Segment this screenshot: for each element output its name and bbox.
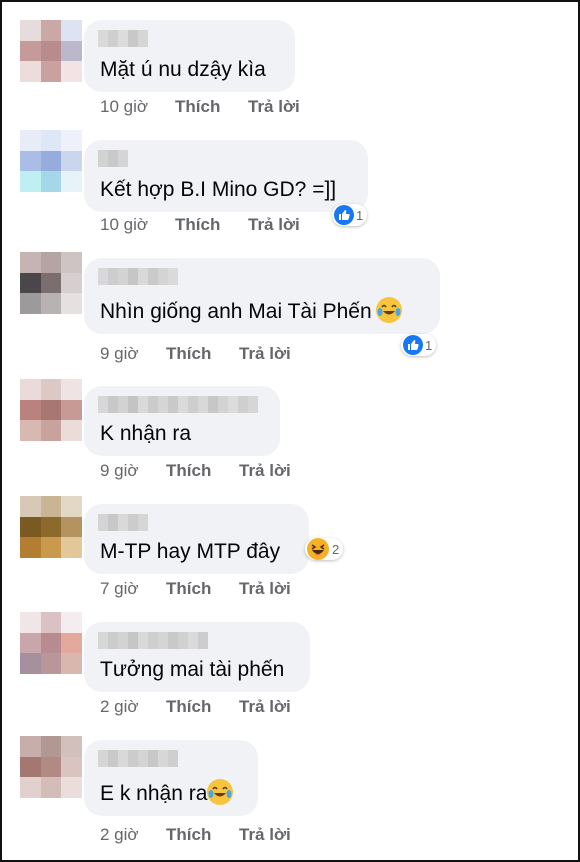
author-name-blurred[interactable]: [98, 150, 128, 167]
avatar[interactable]: [20, 252, 82, 314]
comment-text: E k nhận ra: [100, 778, 234, 806]
reply-link[interactable]: Trả lời: [239, 579, 291, 599]
laughing-tears-emoji-icon: [375, 296, 402, 323]
reply-link[interactable]: Trả lời: [239, 697, 291, 717]
reply-link[interactable]: Trả lời: [248, 97, 300, 117]
comment-bubble: K nhận ra: [84, 386, 280, 456]
reaction-summary[interactable]: 1: [401, 334, 437, 356]
like-link[interactable]: Thích: [166, 461, 211, 481]
like-icon: [334, 205, 354, 225]
comment-text: Nhìn giống anh Mai Tài Phến: [100, 296, 402, 324]
like-link[interactable]: Thích: [166, 697, 211, 717]
comment-bubble: M-TP hay MTP đây: [84, 504, 309, 574]
like-link[interactable]: Thích: [166, 825, 211, 845]
reaction-count: 1: [425, 337, 433, 353]
comment-bubble: Mặt ú nu dzậy kìa: [84, 20, 295, 92]
like-link[interactable]: Thích: [166, 579, 211, 599]
comment-thread: Mặt ú nu dzậy kìa 10 giờ Thích Trả lời K…: [0, 0, 580, 862]
reply-link[interactable]: Trả lời: [239, 344, 291, 364]
avatar[interactable]: [20, 736, 82, 798]
comment-text: Tưởng mai tài phến: [100, 657, 285, 681]
reaction-count: 2: [332, 541, 340, 557]
author-name-blurred[interactable]: [98, 514, 148, 531]
avatar[interactable]: [20, 20, 82, 82]
comment-timestamp[interactable]: 10 giờ: [100, 97, 148, 117]
author-name-blurred[interactable]: [98, 632, 208, 649]
comment-timestamp[interactable]: 2 giờ: [100, 825, 139, 845]
like-icon: [403, 335, 423, 355]
comment-bubble: Kết hợp B.I Mino GD? =]]: [84, 140, 368, 212]
comment-text: Mặt ú nu dzậy kìa: [100, 57, 266, 81]
comment-timestamp[interactable]: 7 giờ: [100, 579, 139, 599]
like-link[interactable]: Thích: [175, 215, 220, 235]
comment-bubble: E k nhận ra: [84, 740, 258, 816]
comment-text-content: E k nhận ra: [100, 781, 208, 805]
comment-text: K nhận ra: [100, 421, 192, 445]
comment-text: Kết hợp B.I Mino GD? =]]: [100, 177, 337, 201]
reaction-summary[interactable]: 2: [305, 538, 344, 560]
like-link[interactable]: Thích: [166, 344, 211, 364]
avatar[interactable]: [20, 496, 82, 558]
reaction-count: 1: [356, 207, 364, 223]
haha-icon: [307, 538, 329, 560]
like-link[interactable]: Thích: [175, 97, 220, 117]
comment-text-content: Nhìn giống anh Mai Tài Phến: [100, 299, 372, 323]
comment-timestamp[interactable]: 2 giờ: [100, 697, 139, 717]
comment-timestamp[interactable]: 9 giờ: [100, 344, 139, 364]
comment-timestamp[interactable]: 10 giờ: [100, 215, 148, 235]
laughing-tears-emoji-icon: [207, 778, 234, 805]
author-name-blurred[interactable]: [98, 396, 258, 413]
author-name-blurred[interactable]: [98, 750, 178, 767]
reply-link[interactable]: Trả lời: [248, 215, 300, 235]
comment-bubble: Nhìn giống anh Mai Tài Phến: [84, 258, 440, 334]
reply-link[interactable]: Trả lời: [239, 461, 291, 481]
author-name-blurred[interactable]: [98, 268, 178, 285]
comment-bubble: Tưởng mai tài phến: [84, 622, 310, 692]
comment-timestamp[interactable]: 9 giờ: [100, 461, 139, 481]
avatar[interactable]: [20, 130, 82, 192]
reaction-summary[interactable]: 1: [332, 204, 368, 226]
avatar[interactable]: [20, 612, 82, 674]
comment-text: M-TP hay MTP đây: [100, 539, 281, 563]
reply-link[interactable]: Trả lời: [239, 825, 291, 845]
avatar[interactable]: [20, 379, 82, 441]
author-name-blurred[interactable]: [98, 30, 148, 47]
